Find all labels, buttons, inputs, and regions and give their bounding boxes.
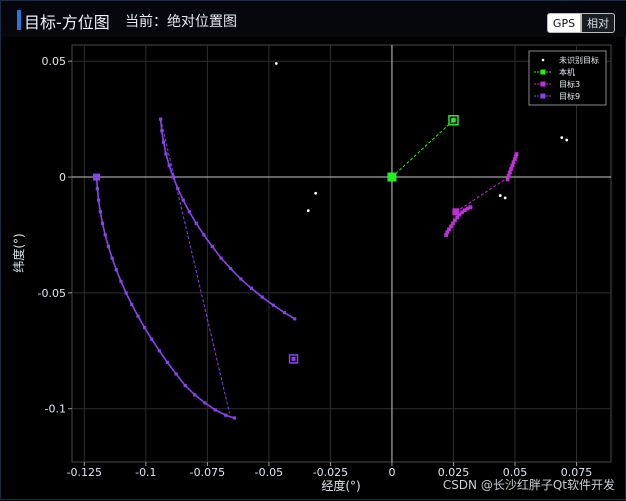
target9-track-point <box>103 233 107 237</box>
y-axis-label: 纬度(°) <box>11 233 26 272</box>
x-tick-label: -0.05 <box>255 466 283 479</box>
target9-track2-point <box>229 266 233 271</box>
target9-track-point <box>165 360 170 364</box>
target9-track2-point <box>164 152 168 156</box>
target9-track2-point <box>249 286 254 290</box>
target9-track2-point <box>181 198 185 202</box>
target9-track2-point <box>271 303 275 307</box>
target9-track-point <box>110 256 114 260</box>
target3-track2-point <box>509 167 513 171</box>
target9-track2-point <box>167 163 171 168</box>
target9-track2-point <box>176 187 180 191</box>
watermark: CSDN @长沙红胖子Qt软件开发 <box>442 478 615 492</box>
y-tick-label: 0.05 <box>42 55 67 68</box>
unknown-target-point[interactable] <box>306 209 310 213</box>
plot-area-frame <box>71 44 612 463</box>
bearing-plot[interactable]: -0.125 -0.1 -0.075 -0.05 -0.025 0 0.025 0.05 0.0… <box>1 1 626 501</box>
target9-track2-point <box>219 256 223 260</box>
target9-track2-point <box>159 117 163 121</box>
target9-marker[interactable] <box>93 173 101 181</box>
y-tick-label: -0.1 <box>45 403 66 416</box>
target3-track2-point <box>510 163 515 168</box>
target3-track2-point <box>507 170 512 175</box>
self-marker[interactable] <box>387 172 397 182</box>
target3-track2-point <box>506 173 511 178</box>
unknown-target-point[interactable] <box>314 191 318 195</box>
target3-marker[interactable] <box>452 208 460 216</box>
target9-end-marker-core <box>291 356 296 361</box>
target9-track-point <box>136 314 140 318</box>
target9-track2-point <box>210 244 214 249</box>
legend-label: 目标3 <box>559 79 580 89</box>
legend-swatch <box>540 81 546 87</box>
target9-track2-point <box>239 277 243 281</box>
target9-track-point <box>203 401 207 405</box>
chart-panel: 目标-方位图 当前：绝对位置图 GPS 相对 -0.125 -0.1 -0.075-… <box>0 0 626 500</box>
legend-swatch <box>541 58 545 62</box>
target9-track2-point <box>161 140 166 144</box>
target9-track-point <box>106 244 111 249</box>
legend-label: 未识别目标 <box>559 55 599 65</box>
target9-track-point <box>143 326 147 330</box>
target9-track-point <box>150 337 154 341</box>
target9-track-point <box>100 221 105 225</box>
x-tick-label: -0.075 <box>190 466 225 479</box>
target3-track2-point <box>505 177 510 182</box>
x-tick-label: -0.1 <box>135 466 156 479</box>
unknown-target-point[interactable] <box>274 62 278 65</box>
target3-track-point <box>468 205 473 210</box>
x-tick-label: -0.025 <box>313 466 348 479</box>
target9-track-point <box>224 413 228 417</box>
legend-swatch <box>540 93 546 99</box>
unknown-target-point[interactable] <box>503 196 507 200</box>
target9-track2-point <box>282 310 287 315</box>
target9-track2-point <box>202 233 206 237</box>
target9-track-point <box>130 302 134 307</box>
target9-track-point <box>183 383 187 388</box>
legend-label: 目标9 <box>559 91 580 101</box>
target9-track2-point <box>160 129 164 133</box>
target9-track-point <box>213 408 217 412</box>
y-tick-label: -0.05 <box>38 287 66 300</box>
y-tick-label: 0 <box>59 171 66 184</box>
unknown-target-point[interactable] <box>498 194 502 197</box>
target9-track2-point <box>293 317 297 321</box>
target9-track-point <box>98 210 102 214</box>
legend-swatch <box>540 69 546 75</box>
target9-track-point <box>119 279 123 283</box>
x-tick-label: -0.125 <box>67 466 102 479</box>
target9-track-point <box>114 268 118 272</box>
target9-track2-point <box>260 295 264 299</box>
target9-track-point <box>157 349 161 353</box>
self-heading-marker-core <box>451 118 456 123</box>
target9-track2-point <box>171 175 175 179</box>
x-axis-label: 经度(°) <box>321 478 360 493</box>
target9-track-point <box>232 416 237 420</box>
target3-track2-point <box>514 152 519 157</box>
unknown-target-point[interactable] <box>560 136 564 140</box>
target9-track-point <box>95 187 99 191</box>
target9-track2-point <box>187 210 191 214</box>
target9-track-point <box>193 393 197 397</box>
legend: 未识别目标本机目标3 目标9 <box>528 50 607 106</box>
target9-track-point <box>124 291 128 295</box>
unknown-target-point[interactable] <box>565 138 569 142</box>
target9-track-point <box>174 372 178 376</box>
target9-track2-point <box>194 221 198 225</box>
x-tick-label: 0 <box>388 466 395 479</box>
target9-track-point <box>96 198 101 202</box>
legend-label: 本机 <box>559 67 575 77</box>
